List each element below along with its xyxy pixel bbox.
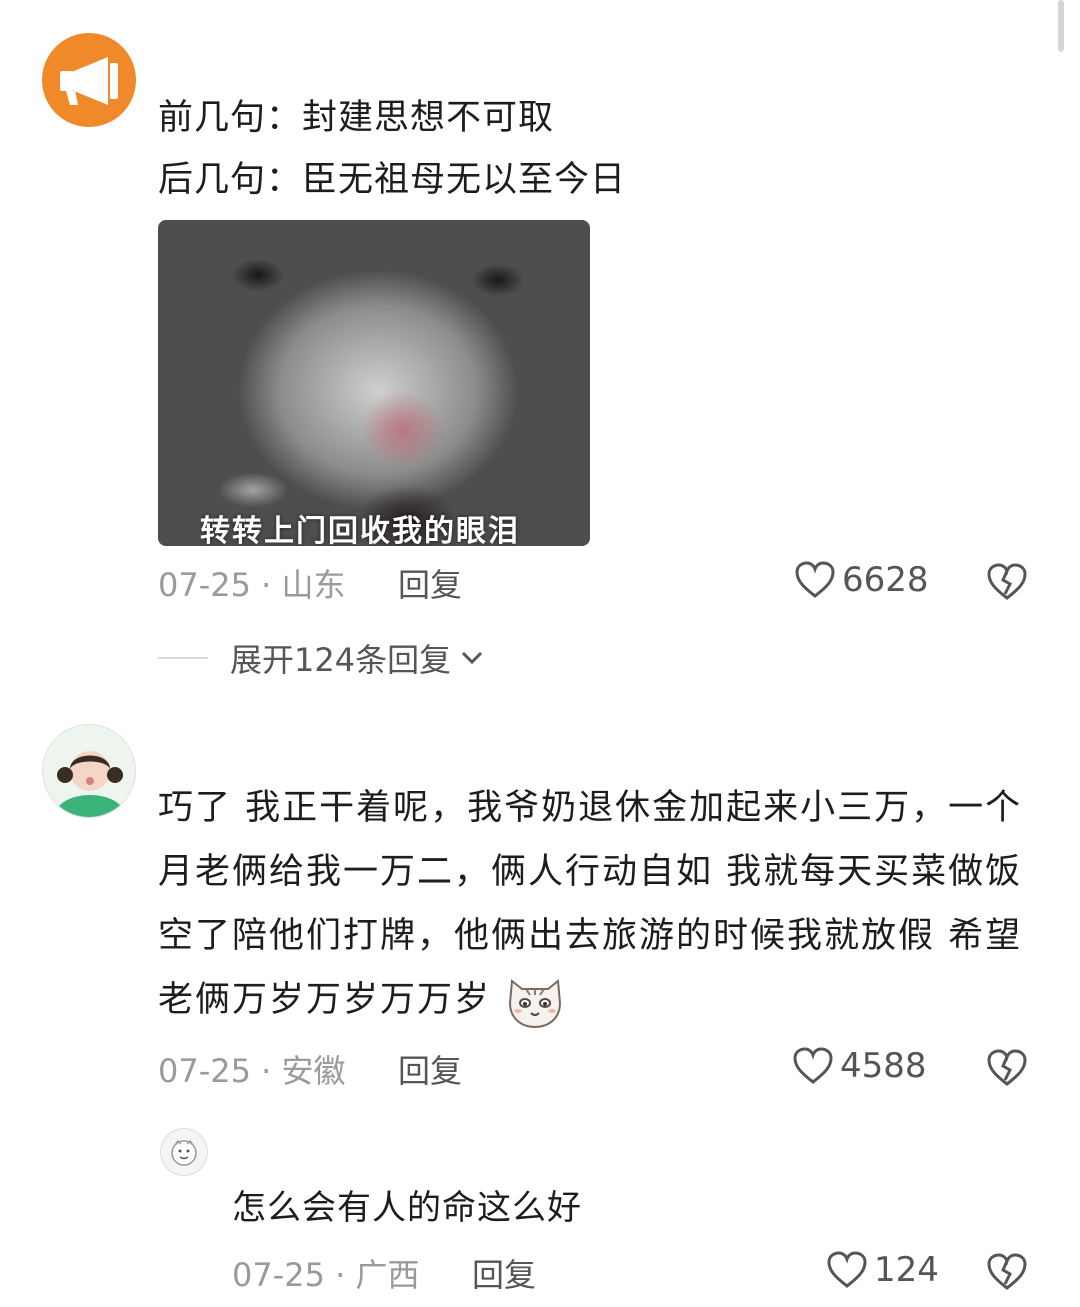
megaphone-icon <box>60 57 118 105</box>
reply-meta: 07-25 · 广西 回复 124 <box>232 1250 1038 1294</box>
comment-date: 07-25 · 山东 <box>158 566 346 604</box>
avatar-image <box>171 1139 197 1166</box>
like-count: 6628 <box>842 560 929 600</box>
image-caption: 转转上门回收我的眼泪 <box>200 514 520 546</box>
broken-heart-icon[interactable] <box>986 1252 1028 1292</box>
reply-button[interactable]: 回复 <box>472 1250 536 1296</box>
like-button[interactable]: 4588 <box>792 1046 927 1086</box>
comment-text-body: 巧了 我正干着呢，我爷奶退休金加起来小三万，一个月老俩给我一万二，俩人行动自如 … <box>158 788 1023 1020</box>
avatar-image <box>43 725 135 817</box>
cat-face-emoji <box>509 979 562 1029</box>
comment-image[interactable]: 转转上门回收我的眼泪 <box>158 220 590 546</box>
comment-text: 巧了 我正干着呢，我爷奶退休金加起来小三万，一个月老俩给我一万二，俩人行动自如 … <box>158 776 1038 1032</box>
like-count: 4588 <box>840 1046 927 1086</box>
expand-replies-label: 展开124条回复 <box>230 641 452 679</box>
expand-replies-button[interactable]: 展开124条回复 <box>158 636 487 680</box>
chevron-down-icon <box>462 651 483 665</box>
divider <box>158 657 208 659</box>
broken-heart-icon[interactable] <box>986 562 1028 602</box>
reply-button[interactable]: 回复 <box>398 560 462 606</box>
broken-heart-icon[interactable] <box>986 1048 1028 1088</box>
like-button[interactable]: 124 <box>826 1250 939 1290</box>
reply-date: 07-25 · 广西 <box>232 1256 420 1294</box>
comment-meta: 07-25 · 安徽 回复 4588 <box>158 1046 1038 1090</box>
like-count: 124 <box>874 1250 939 1290</box>
scrollbar[interactable] <box>1058 0 1064 52</box>
replier-avatar[interactable] <box>160 1128 208 1176</box>
comment-text-line: 前几句：封建思想不可取 <box>158 98 555 138</box>
commenter-avatar[interactable] <box>42 33 136 127</box>
comment-text-line: 后几句：臣无祖母无以至今日 <box>158 160 627 200</box>
commenter-avatar[interactable] <box>42 724 136 818</box>
reply-text: 怎么会有人的命这么好 <box>232 1188 582 1228</box>
comment-date: 07-25 · 安徽 <box>158 1052 346 1090</box>
heart-outline-icon <box>793 1047 833 1084</box>
heart-outline-icon <box>795 561 835 598</box>
comment-meta: 07-25 · 山东 回复 6628 <box>158 560 1038 604</box>
heart-outline-icon <box>827 1251 867 1288</box>
reply-button[interactable]: 回复 <box>398 1046 462 1092</box>
like-button[interactable]: 6628 <box>794 560 929 600</box>
